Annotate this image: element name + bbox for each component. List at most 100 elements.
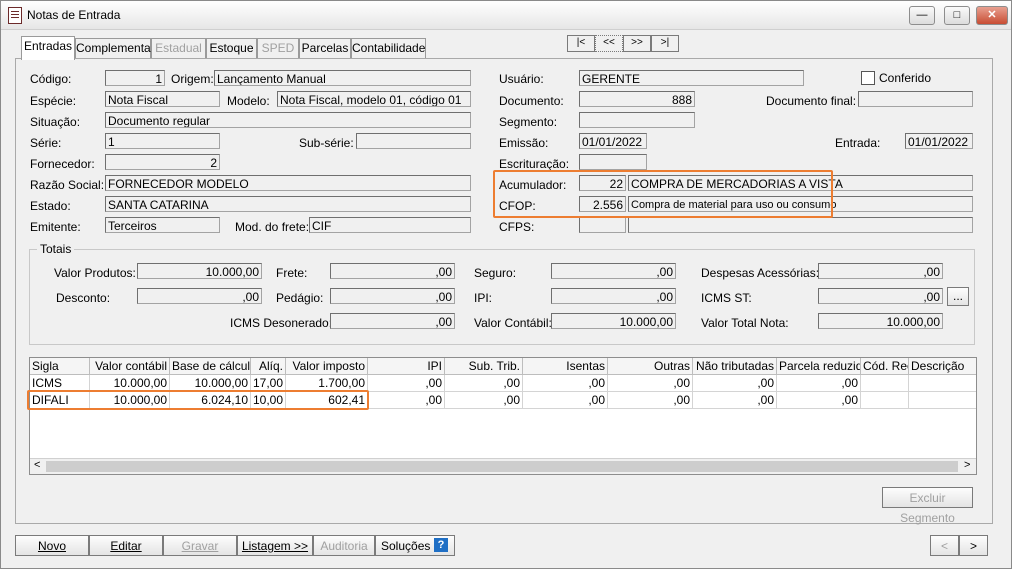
col-descricao[interactable]: Descrição — [909, 358, 976, 374]
listagem-button[interactable]: Listagem >> — [237, 535, 313, 556]
first-record-button[interactable]: |< — [567, 35, 595, 52]
valor-contabil-field[interactable]: 10.000,00 — [551, 313, 676, 329]
gravar-button[interactable]: Gravar — [163, 535, 237, 556]
acumulador-desc-field[interactable]: COMPRA DE MERCADORIAS A VISTA — [628, 175, 973, 191]
close-button[interactable]: ✕ — [976, 6, 1008, 25]
emissao-field[interactable]: 01/01/2022 — [579, 133, 647, 149]
entrada-field[interactable]: 01/01/2022 — [905, 133, 973, 149]
col-sub-trib[interactable]: Sub. Trib. — [445, 358, 523, 374]
table-cell[interactable]: 6.024,10 — [170, 392, 251, 409]
pedagio-field[interactable]: ,00 — [330, 288, 455, 304]
table-cell[interactable]: 1.700,00 — [286, 375, 368, 392]
desconto-field[interactable]: ,00 — [137, 288, 262, 304]
last-record-button[interactable]: >| — [651, 35, 679, 52]
cfop-code-field[interactable]: 2.556 — [579, 196, 626, 212]
razao-social-field[interactable]: FORNECEDOR MODELO — [105, 175, 471, 191]
acumulador-code-field[interactable]: 22 — [579, 175, 626, 191]
novo-button[interactable]: Novo — [15, 535, 89, 556]
icms-desonerado-field[interactable]: ,00 — [330, 313, 455, 329]
icms-st-field[interactable]: ,00 — [818, 288, 943, 304]
editar-button[interactable]: Editar — [89, 535, 163, 556]
col-valor-contabil[interactable]: Valor contábil — [90, 358, 170, 374]
prev-page-button[interactable]: < — [930, 535, 959, 556]
table-cell[interactable] — [909, 392, 976, 409]
auditoria-button[interactable]: Auditoria — [313, 535, 375, 556]
table-row-icms-sigla[interactable]: ICMS — [30, 375, 90, 392]
table-cell[interactable]: ,00 — [523, 375, 608, 392]
col-aliq[interactable]: Alíq. — [251, 358, 286, 374]
table-cell[interactable]: 17,00 — [251, 375, 286, 392]
table-cell[interactable]: ,00 — [523, 392, 608, 409]
codigo-field[interactable]: 1 — [105, 70, 165, 86]
tab-estadual[interactable]: Estadual — [151, 38, 206, 59]
serie-field[interactable]: 1 — [105, 133, 220, 149]
col-cod-rec[interactable]: Cód. Rec. — [861, 358, 909, 374]
table-cell[interactable]: ,00 — [445, 392, 523, 409]
table-row-difali-sigla[interactable]: DIFALI — [30, 392, 90, 409]
cfps-code-field[interactable] — [579, 217, 626, 233]
impostos-grid[interactable]: Sigla Valor contábil Base de cálculo Alí… — [29, 357, 977, 475]
valor-produtos-field[interactable]: 10.000,00 — [137, 263, 262, 279]
col-ipi[interactable]: IPI — [368, 358, 445, 374]
table-cell[interactable]: ,00 — [777, 375, 861, 392]
usuario-field[interactable]: GERENTE — [579, 70, 804, 86]
icms-st-detail-button[interactable]: ... — [947, 287, 969, 306]
modelo-field[interactable]: Nota Fiscal, modelo 01, código 01 — [277, 91, 471, 107]
table-cell[interactable]: ,00 — [608, 392, 693, 409]
documento-field[interactable]: 888 — [579, 91, 695, 107]
situacao-field[interactable]: Documento regular — [105, 112, 471, 128]
mod-frete-field[interactable]: CIF — [309, 217, 471, 233]
table-cell[interactable]: ,00 — [693, 392, 777, 409]
table-cell[interactable]: 10.000,00 — [170, 375, 251, 392]
table-cell[interactable]: 10.000,00 — [90, 392, 170, 409]
solucoes-button[interactable]: Soluções ? — [375, 535, 455, 556]
cfop-desc-field[interactable]: Compra de material para uso ou consumo — [628, 196, 973, 212]
documento-final-field[interactable] — [858, 91, 973, 107]
prev-record-button[interactable]: << — [595, 35, 623, 52]
table-cell[interactable]: ,00 — [368, 375, 445, 392]
table-cell[interactable]: ,00 — [693, 375, 777, 392]
scroll-right-arrow-icon[interactable]: > — [964, 459, 970, 471]
col-outras[interactable]: Outras — [608, 358, 693, 374]
conferido-checkbox[interactable] — [861, 71, 875, 85]
valor-total-field[interactable]: 10.000,00 — [818, 313, 943, 329]
tab-parcelas[interactable]: Parcelas — [299, 38, 351, 59]
subserie-field[interactable] — [356, 133, 471, 149]
table-cell[interactable]: 10.000,00 — [90, 375, 170, 392]
tab-complementar[interactable]: Complementar — [75, 38, 155, 59]
cfps-desc-field[interactable] — [628, 217, 973, 233]
ipi-field[interactable]: ,00 — [551, 288, 676, 304]
table-cell[interactable] — [861, 392, 909, 409]
estado-field[interactable]: SANTA CATARINA — [105, 196, 471, 212]
escrituracao-field[interactable] — [579, 154, 647, 170]
origem-field[interactable]: Lançamento Manual — [214, 70, 471, 86]
table-cell[interactable]: 602,41 — [286, 392, 368, 409]
next-record-button[interactable]: >> — [623, 35, 651, 52]
despesas-field[interactable]: ,00 — [818, 263, 943, 279]
tab-entradas[interactable]: Entradas — [21, 36, 75, 60]
frete-field[interactable]: ,00 — [330, 263, 455, 279]
table-cell[interactable]: 10,00 — [251, 392, 286, 409]
tab-sped[interactable]: SPED — [257, 38, 299, 59]
scroll-thumb[interactable] — [46, 461, 958, 472]
seguro-field[interactable]: ,00 — [551, 263, 676, 279]
table-cell[interactable]: ,00 — [777, 392, 861, 409]
table-cell[interactable]: ,00 — [445, 375, 523, 392]
minimize-button[interactable]: — — [909, 6, 935, 25]
table-cell[interactable] — [861, 375, 909, 392]
fornecedor-field[interactable]: 2 — [105, 154, 220, 170]
tab-contabilidade[interactable]: Contabilidade — [351, 38, 426, 59]
maximize-button[interactable]: □ — [944, 6, 970, 25]
table-cell[interactable]: ,00 — [608, 375, 693, 392]
scroll-left-arrow-icon[interactable]: < — [34, 459, 40, 471]
grid-horizontal-scrollbar[interactable]: < > — [30, 458, 976, 474]
table-cell[interactable]: ,00 — [368, 392, 445, 409]
col-nao-tributadas[interactable]: Não tributadas — [693, 358, 777, 374]
table-cell[interactable] — [909, 375, 976, 392]
emitente-field[interactable]: Terceiros — [105, 217, 220, 233]
col-isentas[interactable]: Isentas — [523, 358, 608, 374]
col-base-calculo[interactable]: Base de cálculo — [170, 358, 251, 374]
col-parcela-reduzida[interactable]: Parcela reduzida — [777, 358, 861, 374]
segmento-field[interactable] — [579, 112, 695, 128]
tab-estoque[interactable]: Estoque — [206, 38, 257, 59]
